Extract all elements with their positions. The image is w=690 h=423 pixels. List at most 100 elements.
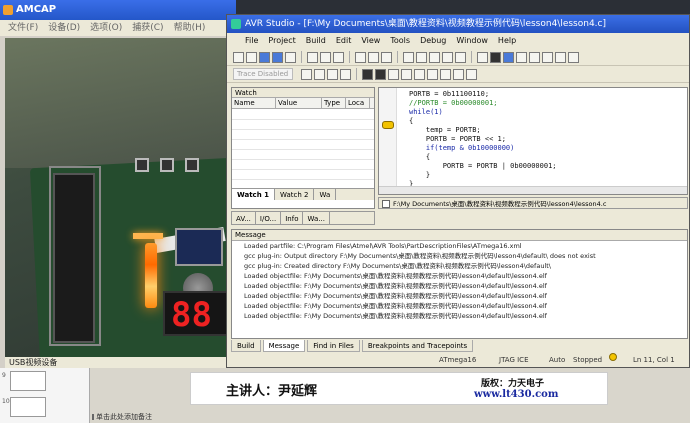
bookmark-next-icon[interactable] xyxy=(455,51,466,63)
reset-icon[interactable] xyxy=(529,51,540,63)
print-icon[interactable] xyxy=(285,51,296,63)
tab-io-view[interactable]: I/O... xyxy=(256,212,282,224)
message-line: Loaded objectfile: F:\My Documents\桌面\教程… xyxy=(244,282,547,290)
break-icon[interactable] xyxy=(516,51,527,63)
menu-help[interactable]: Help xyxy=(498,33,516,49)
open-file-icon[interactable] xyxy=(246,51,257,63)
tab-info[interactable]: Info xyxy=(281,212,304,224)
start-debug-icon[interactable] xyxy=(503,51,514,63)
toggle-breakpoint-icon[interactable] xyxy=(314,68,325,80)
watch-col-value[interactable]: Value xyxy=(276,98,322,108)
processor-view-icon[interactable] xyxy=(388,68,399,80)
editor-horizontal-scrollbar[interactable] xyxy=(379,186,687,194)
tab-watch-2[interactable]: Watch 2 xyxy=(275,189,315,200)
avr-statusbar: ATmega16 JTAG ICE Auto Stopped Ln 11, Co… xyxy=(227,353,689,367)
menu-window[interactable]: Window xyxy=(456,33,488,49)
amcap-menu-help[interactable]: 帮助(H) xyxy=(174,20,206,36)
tab-watch[interactable]: Wa... xyxy=(303,212,330,224)
watch-col-name[interactable]: Name xyxy=(232,98,276,108)
tab-watch-3[interactable]: Wa xyxy=(314,189,337,200)
con-icon[interactable] xyxy=(440,68,451,80)
slide-thumbnail[interactable] xyxy=(10,397,46,417)
paste-icon[interactable] xyxy=(333,51,344,63)
mcu-chip xyxy=(53,173,95,343)
amcap-window: AMCAP 文件(F) 设备(D) 选项(O) 捕获(C) 帮助(H) 88 U… xyxy=(0,0,236,368)
avr-titlebar[interactable]: AVR Studio - [F:\My Documents\桌面\教程资料\视频… xyxy=(227,15,689,33)
amcap-title: AMCAP xyxy=(16,4,57,15)
io-view-icon[interactable] xyxy=(401,68,412,80)
slide-thumbnail[interactable] xyxy=(10,371,46,391)
find-icon[interactable] xyxy=(381,51,392,63)
tab-find-in-files[interactable]: Find in Files xyxy=(307,340,360,352)
step-over-icon[interactable] xyxy=(555,51,566,63)
copy-icon[interactable] xyxy=(320,51,331,63)
watch-col-type[interactable]: Type xyxy=(322,98,346,108)
amcap-titlebar[interactable]: AMCAP xyxy=(0,0,236,20)
redo-icon[interactable] xyxy=(368,51,379,63)
seven-segment-display: 88 xyxy=(163,291,231,336)
tab-message[interactable]: Message xyxy=(262,340,306,352)
amcap-menu-file[interactable]: 文件(F) xyxy=(8,20,38,36)
code-editor[interactable]: PORTB = 0b11100110;//PORTB = 0b00000001;… xyxy=(378,87,688,195)
notes-placeholder[interactable]: 单击此处添加备注 xyxy=(96,412,152,422)
save-icon[interactable] xyxy=(259,51,270,63)
breakpoint-icon[interactable] xyxy=(301,68,312,80)
options-icon[interactable] xyxy=(466,68,477,80)
step-out-icon[interactable] xyxy=(568,51,579,63)
presentation-area: 9 10 主讲人：尹延辉 版权：力天电子 www.lt430.com 单击此处添… xyxy=(0,368,690,423)
avr-title: AVR Studio - [F:\My Documents\桌面\教程资料\视频… xyxy=(245,19,606,29)
cut-icon[interactable] xyxy=(307,51,318,63)
disassembler-icon[interactable] xyxy=(427,68,438,80)
tab-breakpoints[interactable]: Breakpoints and Tracepoints xyxy=(361,340,474,352)
tab-avr-workspace[interactable]: AV... xyxy=(232,212,256,224)
memory-view-icon[interactable] xyxy=(362,68,373,80)
build-icon[interactable] xyxy=(403,51,414,63)
menu-edit[interactable]: Edit xyxy=(336,33,352,49)
led-column xyxy=(145,243,157,308)
document-tab[interactable]: F:\My Documents\桌面\教程资料\视频教程示例代码\lesson4… xyxy=(378,197,688,209)
camera-icon xyxy=(3,5,13,15)
menu-file[interactable]: File xyxy=(245,33,258,49)
amcap-menu-capture[interactable]: 捕获(C) xyxy=(132,20,163,36)
menu-tools[interactable]: Tools xyxy=(390,33,410,49)
website-link[interactable]: www.lt430.com xyxy=(474,389,558,400)
copyright-text: 版权：力天电子 xyxy=(481,379,545,389)
message-log: Loaded partfile: C:\Program Files\Atmel\… xyxy=(232,241,687,321)
code-line: } xyxy=(409,171,431,179)
watch-grid[interactable] xyxy=(232,110,374,188)
code-line: PORTB = PORTB | 0b00000001; xyxy=(409,162,557,170)
menu-view[interactable]: View xyxy=(361,33,380,49)
tab-build[interactable]: Build xyxy=(231,340,261,352)
bookmark-icon[interactable] xyxy=(442,51,453,63)
toolbar-separator xyxy=(301,51,302,63)
amcap-menu-devices[interactable]: 设备(D) xyxy=(48,20,80,36)
quickwatch-icon[interactable] xyxy=(340,68,351,80)
amcap-menu-options[interactable]: 选项(O) xyxy=(90,20,122,36)
clear-breakpoints-icon[interactable] xyxy=(327,68,338,80)
thumb-number: 10 xyxy=(2,398,10,405)
toolbar-separator xyxy=(356,68,357,80)
undo-icon[interactable] xyxy=(355,51,366,63)
tab-watch-1[interactable]: Watch 1 xyxy=(232,189,275,200)
step-into-icon[interactable] xyxy=(542,51,553,63)
menu-project[interactable]: Project xyxy=(268,33,295,49)
new-file-icon[interactable] xyxy=(233,51,244,63)
watch-view-icon[interactable] xyxy=(414,68,425,80)
code-line: //PORTB = 0b00000001; xyxy=(409,99,498,107)
menu-build[interactable]: Build xyxy=(306,33,326,49)
amcap-statusbar: USB视频设备 xyxy=(5,357,236,368)
watch-col-location[interactable]: Loca xyxy=(346,98,370,108)
register-view-icon[interactable] xyxy=(375,68,386,80)
message-line: Loaded objectfile: F:\My Documents\桌面\教程… xyxy=(244,292,547,300)
rebuild-icon[interactable] xyxy=(416,51,427,63)
save-all-icon[interactable] xyxy=(272,51,283,63)
run-icon[interactable] xyxy=(477,51,488,63)
close-view-icon[interactable] xyxy=(453,68,464,80)
compile-icon[interactable] xyxy=(429,51,440,63)
message-panel-title: Message xyxy=(232,230,687,241)
trace-dropdown[interactable]: Trace Disabled xyxy=(233,68,293,80)
current-line-arrow-icon xyxy=(382,121,394,129)
menu-debug[interactable]: Debug xyxy=(420,33,446,49)
stop-icon[interactable] xyxy=(490,51,501,63)
editor-gutter[interactable] xyxy=(379,88,397,194)
